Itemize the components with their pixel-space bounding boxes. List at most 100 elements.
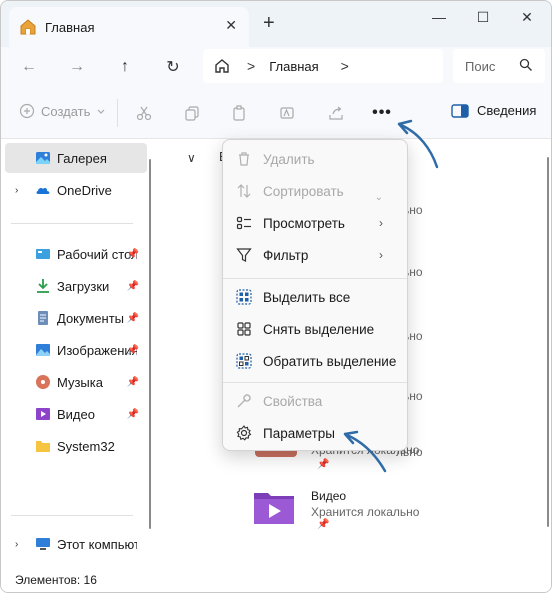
sidebar-item-pictures[interactable]: Изображения 📌 (5, 335, 147, 365)
home-outline-icon (215, 59, 229, 73)
chevron-right-icon: › (379, 248, 383, 262)
menu-item-view[interactable]: Просмотреть › (227, 208, 403, 238)
cut-icon[interactable] (134, 103, 154, 123)
details-button[interactable]: Сведения (451, 103, 536, 118)
sidebar-item-label: Рабочий стол (57, 246, 137, 262)
sidebar-item-label: Галерея (57, 150, 107, 166)
see-more-button[interactable]: ••• (369, 103, 395, 123)
minimize-button[interactable]: — (425, 7, 453, 27)
pin-icon[interactable]: 📌 (127, 249, 139, 260)
sort-icon (235, 182, 253, 200)
new-tab-button[interactable]: + (263, 11, 275, 35)
downloads-icon (37, 279, 49, 293)
sidebar-item-documents[interactable]: Документы 📌 (5, 303, 147, 333)
sidebar-scrollbar[interactable] (149, 159, 151, 529)
desktop-icon (36, 249, 50, 259)
onedrive-icon (36, 187, 50, 194)
pin-icon[interactable]: 📌 (127, 409, 139, 420)
refresh-button[interactable]: ↻ (161, 55, 185, 79)
pin-icon[interactable]: 📌 (127, 313, 139, 324)
create-button[interactable]: Создать (19, 103, 106, 119)
menu-item-invert-selection[interactable]: Обратить выделение (227, 346, 403, 376)
close-tab-button[interactable]: ✕ (225, 17, 237, 34)
menu-item-filter[interactable]: Фильтр › (227, 240, 403, 270)
path-separator: > (247, 58, 256, 74)
forward-button[interactable]: → (65, 55, 89, 79)
menu-item-properties[interactable]: Свойства (227, 386, 403, 416)
see-more-menu: Удалить Сортировать ⌄ Просмотреть › Филь… (222, 139, 408, 451)
tab-home[interactable]: Главная ✕ (9, 7, 249, 47)
wrench-icon (235, 392, 253, 410)
sidebar-item-label: Документы (57, 310, 125, 326)
sidebar-item-desktop[interactable]: Рабочий стол 📌 (5, 239, 147, 269)
chevron-right-icon[interactable]: › (15, 185, 18, 196)
menu-item-label: Фильтр (263, 247, 309, 263)
address-bar: ← → ↑ ↻ > Главная > Поис (1, 47, 551, 87)
sidebar-divider (11, 223, 133, 224)
sidebar-item-label: Видео (57, 406, 95, 422)
trash-icon (235, 150, 253, 168)
back-button[interactable]: ← (17, 55, 41, 79)
tab-title: Главная (45, 19, 95, 35)
menu-item-label: Выделить все (263, 289, 351, 305)
sidebar-item-gallery[interactable]: Галерея (5, 143, 147, 173)
pin-icon[interactable]: 📌 (127, 345, 139, 356)
documents-icon (38, 311, 48, 325)
select-all-icon (235, 288, 253, 306)
path-box[interactable]: > Главная > (203, 49, 443, 83)
menu-item-select-all[interactable]: Выделить все (227, 282, 403, 312)
pin-icon[interactable]: 📌 (127, 281, 139, 292)
title-bar: Главная ✕ + — ☐ ✕ (1, 1, 551, 47)
menu-item-options[interactable]: Параметры (227, 418, 403, 448)
sidebar-item-label: Загрузки (57, 278, 110, 294)
filter-icon (235, 246, 253, 264)
copy-icon[interactable] (182, 103, 202, 123)
video-folder-status: Хранится локально (311, 505, 420, 519)
maximize-button[interactable]: ☐ (469, 7, 497, 27)
sidebar-item-downloads[interactable]: Загрузки 📌 (5, 271, 147, 301)
chevron-right-icon[interactable]: › (15, 539, 18, 550)
share-icon[interactable] (326, 103, 346, 123)
sidebar-divider (11, 515, 133, 516)
path-separator-end[interactable]: > (341, 58, 349, 74)
search-input[interactable]: Поис (453, 49, 545, 83)
up-button[interactable]: ↑ (113, 55, 137, 79)
gallery-icon (36, 152, 50, 164)
rename-icon[interactable] (277, 103, 297, 123)
sidebar-item-label: Этот компьютер (57, 536, 137, 552)
gear-icon (235, 424, 253, 442)
sidebar-item-this-pc[interactable]: › Этот компьютер (5, 529, 147, 559)
menu-item-label: Просмотреть (263, 215, 345, 231)
navigation-pane: Галерея › OneDrive Рабочий стол 📌 Загруз… (1, 139, 151, 567)
menu-item-delete[interactable]: Удалить (227, 144, 403, 174)
video-folder-card[interactable]: Видео Хранится локально (253, 489, 513, 529)
pin-icon[interactable]: 📌 (127, 377, 139, 388)
content-scrollbar[interactable] (547, 157, 549, 527)
sidebar-item-system32[interactable]: System32 (5, 431, 147, 461)
menu-item-sort[interactable]: Сортировать ⌄ (227, 176, 403, 206)
menu-item-label: Обратить выделение (263, 353, 397, 369)
sidebar-item-label: System32 (57, 438, 115, 454)
sidebar-item-music[interactable]: Музыка 📌 (5, 367, 147, 397)
search-icon (519, 58, 532, 71)
item-count: Элементов: 16 (15, 573, 97, 587)
breadcrumb-home[interactable]: Главная (269, 59, 318, 74)
menu-item-select-none[interactable]: Снять выделение (227, 314, 403, 344)
menu-item-label: Свойства (263, 393, 323, 409)
sidebar-item-videos[interactable]: Видео 📌 (5, 399, 147, 429)
sidebar-item-onedrive[interactable]: › OneDrive (5, 175, 147, 205)
chevron-down-icon (97, 109, 105, 114)
group-collapse-chevron[interactable]: ∨ (187, 151, 196, 165)
paste-icon[interactable] (229, 103, 249, 123)
sidebar-item-label: Музыка (57, 374, 103, 390)
plus-circle-icon (19, 103, 35, 119)
menu-separator (223, 382, 407, 383)
folder-icon (36, 441, 50, 452)
pin-icon: 📌 (317, 519, 330, 530)
home-icon (20, 19, 36, 35)
sidebar-item-label: OneDrive (57, 182, 112, 198)
pictures-icon (36, 344, 50, 356)
file-explorer-window: Главная ✕ + — ☐ ✕ ← → ↑ ↻ > Главная > По… (0, 0, 552, 593)
status-bar: Элементов: 16 (1, 567, 551, 592)
close-window-button[interactable]: ✕ (513, 7, 541, 27)
